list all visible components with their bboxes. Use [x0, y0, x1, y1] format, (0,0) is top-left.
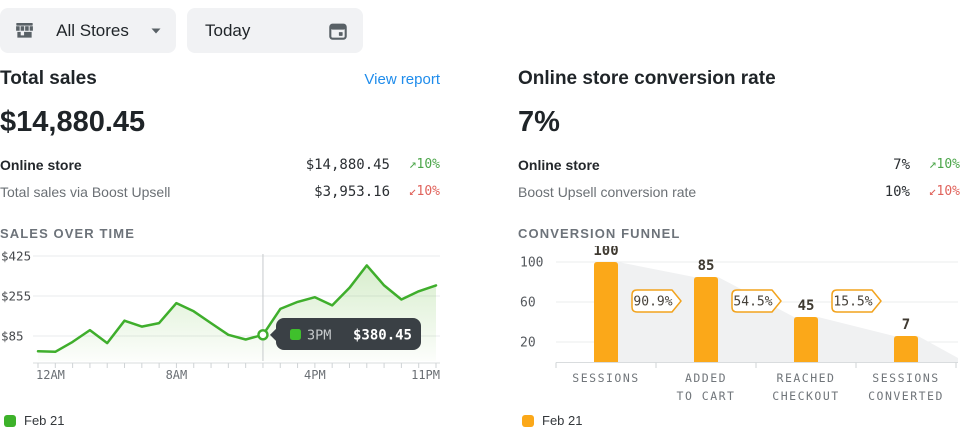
metric-value: $3,953.16: [314, 184, 390, 200]
metric-label: Online store: [518, 157, 893, 173]
metric-delta: ↗10%: [910, 157, 960, 172]
conversion-rate-title: Online store conversion rate: [518, 68, 776, 90]
conversion-breakdown: Online store 7% ↗10% Boost Upsell conver…: [518, 151, 960, 205]
svg-text:7: 7: [902, 317, 910, 333]
svg-text:$380.45: $380.45: [353, 328, 412, 344]
legend-swatch-green: [4, 415, 16, 427]
store-icon: [14, 20, 35, 41]
svg-text:100: 100: [593, 246, 618, 259]
svg-text:4PM: 4PM: [304, 368, 326, 382]
metric-delta: ↗10%: [390, 157, 440, 172]
conversion-funnel-label: CONVERSION FUNNEL: [518, 226, 960, 241]
svg-text:SESSIONS: SESSIONS: [572, 371, 639, 385]
svg-text:SESSIONS: SESSIONS: [872, 371, 939, 385]
svg-text:54.5%: 54.5%: [733, 295, 772, 310]
metric-delta: ↙10%: [910, 184, 960, 199]
total-sales-breakdown: Online store $14,880.45 ↗10% Total sales…: [0, 151, 440, 205]
calendar-icon: [327, 20, 349, 42]
svg-text:REACHED: REACHED: [777, 371, 836, 385]
metric-row-boost-upsell: Total sales via Boost Upsell $3,953.16 ↙…: [0, 178, 440, 205]
metric-value: 7%: [893, 157, 910, 173]
svg-text:60: 60: [520, 296, 536, 311]
svg-text:TO CART: TO CART: [677, 389, 736, 403]
chevron-down-icon: [150, 27, 162, 35]
sales-over-time-chart[interactable]: $85 $255 $425 12AM 8AM 4PM 11PM 3PM $380.45: [0, 246, 440, 386]
metric-delta: ↙10%: [390, 184, 440, 199]
date-range-label: Today: [205, 21, 250, 41]
svg-text:20: 20: [520, 336, 536, 351]
store-selector-button[interactable]: All Stores: [0, 8, 176, 53]
svg-text:$85: $85: [1, 329, 24, 344]
legend-swatch-orange: [522, 415, 534, 427]
svg-text:3PM: 3PM: [307, 328, 331, 344]
svg-text:11PM: 11PM: [411, 368, 440, 382]
svg-text:8AM: 8AM: [166, 368, 188, 382]
metric-row-boost-upsell: Boost Upsell conversion rate 10% ↙10%: [518, 178, 960, 205]
store-selector-label: All Stores: [56, 21, 129, 41]
conversion-funnel-chart[interactable]: 100 60 20 100 85 45 7 90.9% 54.5% 15.5% SESSIONS AD…: [518, 246, 960, 406]
view-report-link[interactable]: View report: [364, 71, 440, 88]
metric-label: Online store: [0, 157, 306, 173]
total-sales-title: Total sales: [0, 68, 97, 90]
date-range-button[interactable]: Today: [187, 8, 363, 53]
metric-label: Boost Upsell conversion rate: [518, 184, 885, 200]
legend-label: Feb 21: [24, 413, 64, 428]
svg-text:$425: $425: [1, 249, 31, 264]
total-sales-value: $14,880.45: [0, 106, 440, 142]
conversion-rate-panel: Online store conversion rate 7% Online s…: [518, 68, 960, 241]
metric-label: Total sales via Boost Upsell: [0, 184, 314, 200]
metric-value: 10%: [885, 184, 910, 200]
conversion-rate-value: 7%: [518, 106, 960, 142]
toolbar: All Stores Today: [0, 8, 363, 53]
svg-text:15.5%: 15.5%: [833, 295, 872, 310]
svg-text:ADDED: ADDED: [685, 371, 727, 385]
svg-text:100: 100: [520, 256, 543, 271]
svg-text:$255: $255: [1, 289, 31, 304]
sales-over-time-label: SALES OVER TIME: [0, 226, 440, 241]
svg-text:CONVERTED: CONVERTED: [868, 389, 944, 403]
svg-text:12AM: 12AM: [36, 368, 65, 382]
sales-chart-legend: Feb 21: [4, 413, 64, 428]
metric-row-online-store: Online store 7% ↗10%: [518, 151, 960, 178]
funnel-chart-legend: Feb 21: [522, 413, 582, 428]
legend-label: Feb 21: [542, 413, 582, 428]
svg-text:CHECKOUT: CHECKOUT: [772, 389, 839, 403]
svg-text:45: 45: [798, 298, 815, 314]
total-sales-panel: Total sales View report $14,880.45 Onlin…: [0, 68, 440, 241]
metric-value: $14,880.45: [306, 157, 390, 173]
metric-row-online-store: Online store $14,880.45 ↗10%: [0, 151, 440, 178]
svg-text:90.9%: 90.9%: [633, 295, 672, 310]
svg-text:85: 85: [698, 258, 715, 274]
